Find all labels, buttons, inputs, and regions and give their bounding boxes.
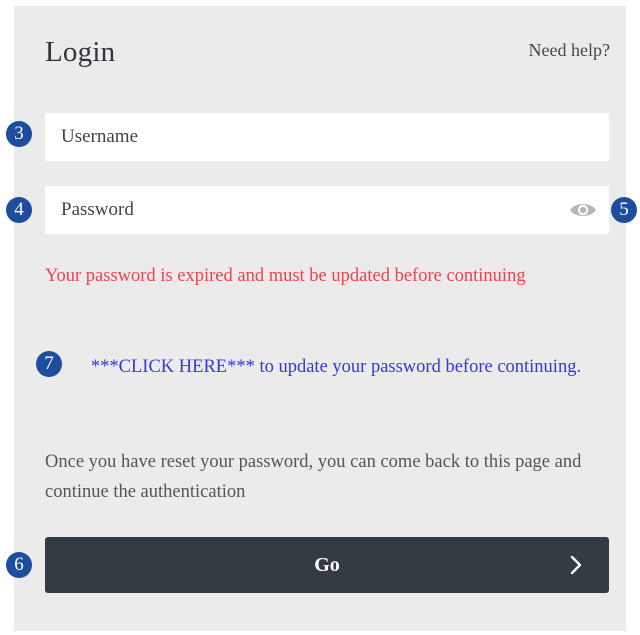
username-field[interactable]: Username [45,113,609,161]
page-title: Login [45,36,116,68]
password-field[interactable]: Password [45,186,609,234]
password-expired-error: Your password is expired and must be upd… [45,266,526,286]
eye-icon[interactable] [569,200,597,220]
annotation-marker-6: 6 [6,552,32,578]
password-placeholder: Password [61,199,134,220]
go-button-label: Go [314,553,340,576]
username-placeholder: Username [61,126,139,147]
annotation-marker-5: 5 [611,197,637,223]
annotation-marker-3: 3 [6,121,32,147]
need-help-link[interactable]: Need help? [529,40,610,61]
reset-info-text: Once you have reset your password, you c… [45,452,582,502]
chevron-right-icon [569,555,583,575]
annotation-marker-4: 4 [6,197,32,223]
go-button[interactable]: Go [45,537,609,593]
annotation-marker-7: 7 [36,351,62,377]
update-password-link[interactable]: ***CLICK HERE*** to update your password… [66,353,606,381]
